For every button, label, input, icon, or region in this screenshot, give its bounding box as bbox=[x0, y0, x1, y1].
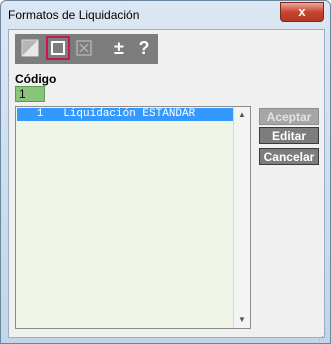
plus-minus-button[interactable]: ± bbox=[108, 37, 130, 59]
half-square-icon bbox=[21, 39, 39, 57]
square-icon bbox=[51, 41, 65, 55]
close-button[interactable]: x bbox=[280, 2, 324, 22]
plus-minus-icon: ± bbox=[114, 37, 124, 58]
title-bar[interactable]: Formatos de Liquidación x bbox=[1, 1, 330, 29]
scroll-down-icon[interactable]: ▼ bbox=[237, 315, 247, 325]
half-square-button[interactable] bbox=[19, 37, 41, 59]
toolbar: ± ? bbox=[15, 34, 158, 64]
aceptar-button[interactable]: Aceptar bbox=[259, 108, 319, 125]
formats-list[interactable]: 1 Liquidación ESTANDAR ▲ ▼ bbox=[15, 106, 251, 329]
codigo-label: Código bbox=[15, 72, 57, 86]
x-square-icon bbox=[76, 40, 92, 56]
editar-button[interactable]: Editar bbox=[259, 127, 319, 144]
dialog-client-area: ± ? Código 1 1 Liquidación ESTANDAR ▲ ▼ … bbox=[8, 29, 325, 338]
scroll-up-icon[interactable]: ▲ bbox=[237, 110, 247, 120]
close-icon: x bbox=[298, 4, 306, 19]
help-icon: ? bbox=[138, 37, 150, 58]
codigo-input[interactable]: 1 bbox=[15, 86, 45, 102]
resize-grip-icon[interactable]: ⋰ bbox=[318, 331, 328, 341]
vertical-scrollbar[interactable]: ▲ ▼ bbox=[233, 107, 250, 328]
dialog-window: Formatos de Liquidación x ± ? Código 1 1… bbox=[0, 0, 331, 344]
list-item[interactable]: 1 Liquidación ESTANDAR bbox=[17, 108, 234, 121]
help-button[interactable]: ? bbox=[133, 37, 155, 59]
square-button[interactable] bbox=[46, 36, 70, 60]
x-square-button[interactable] bbox=[73, 37, 95, 59]
window-title: Formatos de Liquidación bbox=[8, 8, 140, 22]
cancelar-button[interactable]: Cancelar bbox=[259, 148, 319, 165]
